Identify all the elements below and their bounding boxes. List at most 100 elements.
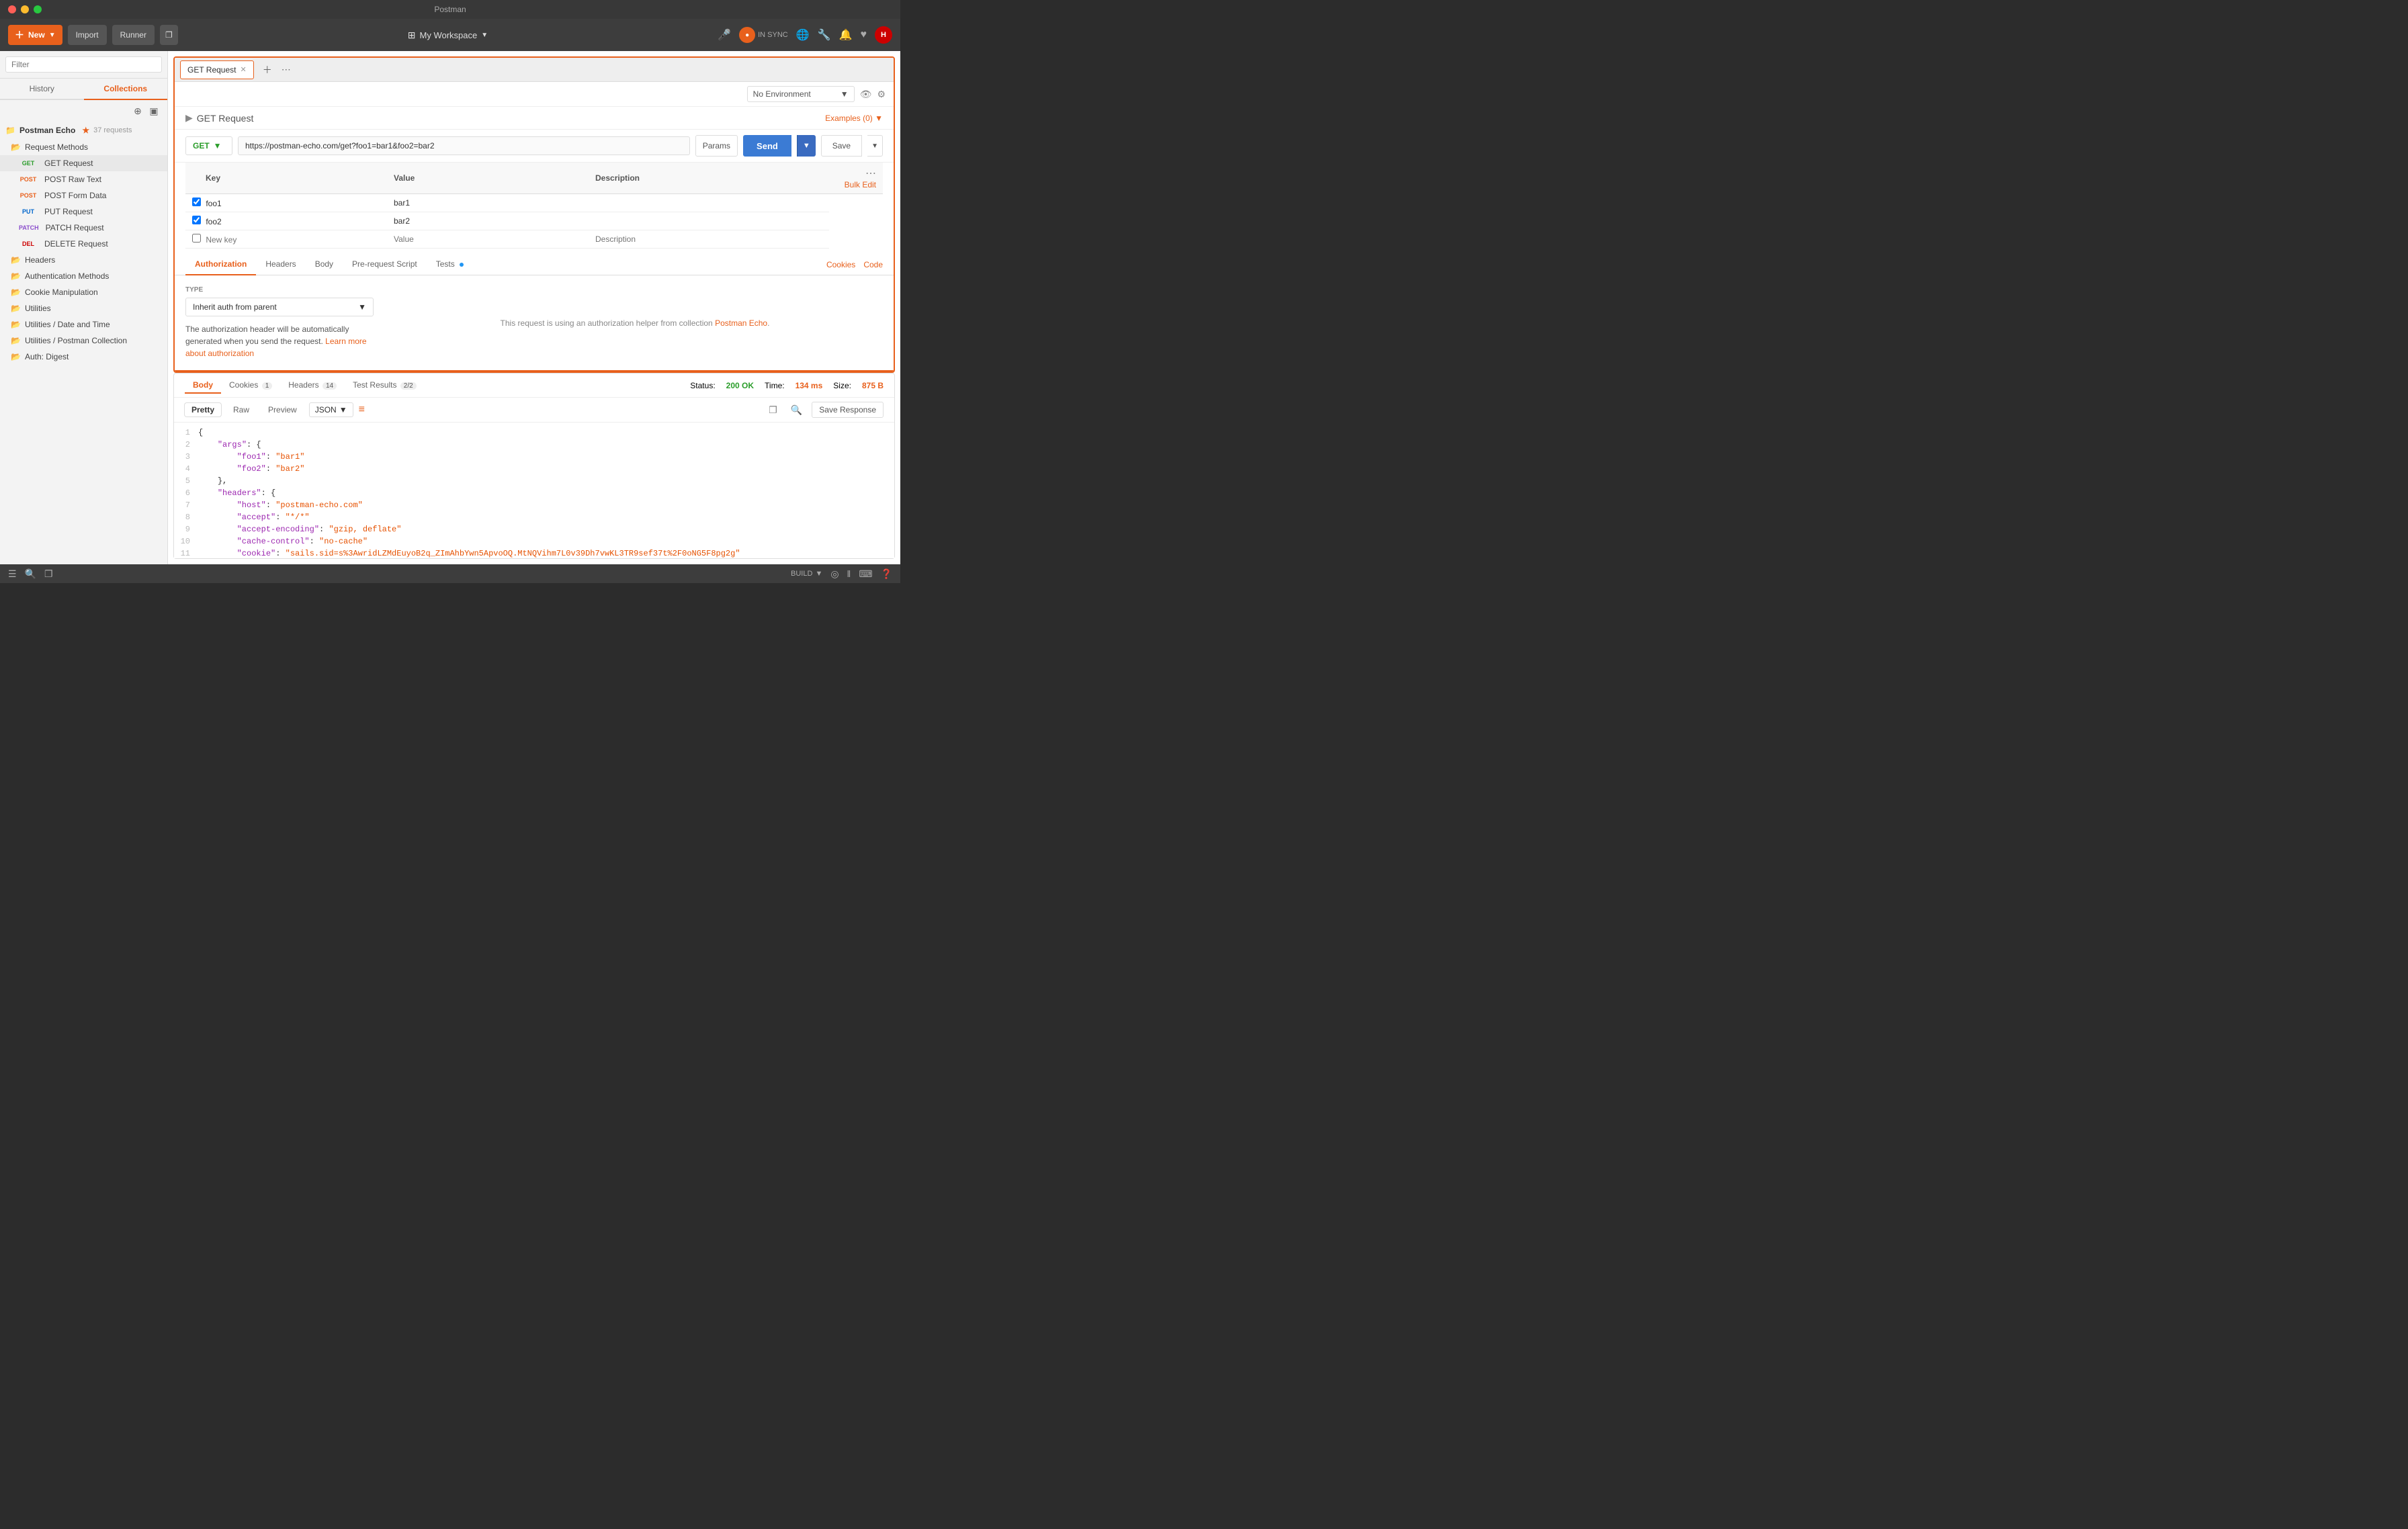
sidebar-item-utilities[interactable]: 📂 Utilities (0, 300, 167, 316)
import-button[interactable]: Import (68, 25, 107, 45)
folder-view-button[interactable]: ▣ (146, 103, 162, 119)
send-dropdown-button[interactable]: ▼ (797, 135, 816, 157)
filter-input[interactable] (5, 56, 162, 73)
sidebar-item-post-form-data[interactable]: POST POST Form Data (0, 187, 167, 204)
subtab-prerequest[interactable]: Pre-request Script (343, 254, 427, 275)
collection-postman-echo[interactable]: 📁 Postman Echo ★ 37 requests (0, 122, 167, 139)
new-value-input[interactable] (394, 234, 582, 244)
resp-tab-test-results[interactable]: Test Results 2/2 (345, 378, 425, 394)
copy-button[interactable]: ❐ (765, 402, 781, 418)
param-value-2[interactable]: bar2 (387, 212, 589, 230)
minimize-button[interactable] (21, 5, 29, 13)
settings-icon[interactable]: ⚙ (877, 89, 886, 100)
sidebar-item-auth-methods[interactable]: 📂 Authentication Methods (0, 268, 167, 284)
method-selector[interactable]: GET ▼ (185, 136, 232, 155)
param-enabled-1[interactable] (192, 198, 201, 206)
microphone-icon[interactable]: 🎤 (718, 28, 731, 42)
sidebar-item-headers[interactable]: 📂 Headers (0, 252, 167, 268)
more-tabs-button[interactable]: ⋯ (278, 62, 294, 78)
subtab-headers[interactable]: Headers (256, 254, 305, 275)
url-input[interactable] (238, 136, 690, 155)
wrap-icon[interactable]: ≡ (359, 404, 365, 416)
sidebar-item-utilities-date[interactable]: 📂 Utilities / Date and Time (0, 316, 167, 333)
code-link[interactable]: Code (863, 260, 883, 269)
console-icon[interactable]: ❐ (44, 568, 53, 580)
request-tabs-bar: GET Request ✕ ＋ ⋯ (175, 58, 894, 82)
param-enabled-2[interactable] (192, 216, 201, 224)
sidebar-item-get-request[interactable]: GET GET Request (0, 155, 167, 171)
tab-collections[interactable]: Collections (84, 79, 168, 100)
view-tab-raw[interactable]: Raw (226, 403, 256, 417)
chevron-down-icon: ▼ (358, 302, 366, 312)
sidebar-item-auth-digest[interactable]: 📂 Auth: Digest (0, 349, 167, 365)
sidebar-item-put-request[interactable]: PUT PUT Request (0, 204, 167, 220)
view-tab-preview[interactable]: Preview (261, 403, 304, 417)
more-params-button[interactable]: ⋯ (865, 167, 876, 180)
sidebar-item-patch-request[interactable]: PATCH PATCH Request (0, 220, 167, 236)
build-badge[interactable]: BUILD ▼ (791, 570, 822, 578)
param-desc-2 (589, 212, 829, 230)
add-tab-button[interactable]: ＋ (259, 62, 275, 78)
runner-button[interactable]: Runner (112, 25, 155, 45)
keyboard-icon[interactable]: ⌨ (859, 568, 872, 580)
columns-icon[interactable]: ‖ (847, 568, 851, 579)
view-tab-pretty[interactable]: Pretty (185, 403, 221, 417)
send-button[interactable]: Send (743, 135, 791, 157)
tab-history[interactable]: History (0, 79, 84, 99)
folder-icon: 📂 (11, 304, 21, 313)
subtab-authorization[interactable]: Authorization (185, 254, 256, 275)
param-value-1[interactable]: bar1 (387, 194, 589, 212)
collection-link[interactable]: Postman Echo (715, 318, 767, 328)
sync-status: ● IN SYNC (739, 27, 788, 43)
sidebar-item-delete-request[interactable]: DEL DELETE Request (0, 236, 167, 252)
heart-icon[interactable]: ♥ (861, 29, 867, 41)
location-icon[interactable]: ◎ (830, 568, 838, 580)
sidebar-item-post-raw-text[interactable]: POST POST Raw Text (0, 171, 167, 187)
subtab-body[interactable]: Body (306, 254, 343, 275)
new-desc-input[interactable] (595, 234, 822, 244)
new-button[interactable]: ＋ New ▼ (8, 25, 62, 45)
window-controls[interactable] (8, 5, 42, 13)
resp-tab-headers[interactable]: Headers 14 (280, 378, 345, 394)
response-status: Status: 200 OK Time: 134 ms Size: 875 B (690, 381, 884, 390)
resp-tab-cookies[interactable]: Cookies 1 (221, 378, 280, 394)
globe-icon[interactable]: 🌐 (796, 28, 810, 42)
param-enabled-new[interactable] (192, 234, 201, 243)
subtab-tests[interactable]: Tests (427, 254, 473, 275)
sidebar-toggle-icon[interactable]: ☰ (8, 568, 17, 580)
eye-icon[interactable]: 👁 (860, 89, 872, 100)
close-button[interactable] (8, 5, 16, 13)
subtab-tests-label: Tests (436, 259, 455, 269)
sidebar-item-cookie-manipulation[interactable]: 📂 Cookie Manipulation (0, 284, 167, 300)
search-button[interactable]: 🔍 (787, 402, 806, 418)
resp-tab-body[interactable]: Body (185, 378, 221, 394)
save-response-button[interactable]: Save Response (812, 402, 884, 418)
format-selector[interactable]: JSON ▼ (309, 402, 353, 417)
response-code-view: 1{2 "args": {3 "foo1": "bar1"4 "foo2": "… (174, 423, 894, 558)
environment-selector[interactable]: No Environment ▼ (747, 86, 855, 102)
code-line: 2 "args": { (174, 440, 894, 452)
add-collection-button[interactable]: ⊕ (130, 103, 146, 119)
save-dropdown-button[interactable]: ▼ (867, 135, 883, 157)
workspace-switcher[interactable]: ⊞ My Workspace ▼ (408, 30, 488, 41)
save-button[interactable]: Save (821, 135, 862, 157)
bell-icon[interactable]: 🔔 (839, 28, 853, 42)
request-tab-get[interactable]: GET Request ✕ (180, 60, 254, 79)
examples-link[interactable]: Examples (0) ▼ (825, 114, 883, 123)
bulk-edit-button[interactable]: Bulk Edit (845, 180, 876, 189)
auth-section: TYPE Inherit auth from parent ▼ The auth… (175, 275, 894, 372)
close-tab-icon[interactable]: ✕ (240, 65, 246, 74)
cookies-link[interactable]: Cookies (826, 260, 855, 269)
sidebar-item-request-methods[interactable]: 📂 Request Methods (0, 139, 167, 155)
search-icon[interactable]: 🔍 (25, 568, 36, 580)
sidebar-item-utilities-postman[interactable]: 📂 Utilities / Postman Collection (0, 333, 167, 349)
auth-type-selector[interactable]: Inherit auth from parent ▼ (185, 298, 374, 316)
wrench-icon[interactable]: 🔧 (818, 28, 831, 42)
avatar[interactable]: H (875, 26, 892, 44)
monitor-button[interactable]: ❐ (160, 25, 178, 45)
maximize-button[interactable] (34, 5, 42, 13)
help-icon[interactable]: ❓ (881, 568, 892, 580)
new-key-input[interactable] (206, 235, 306, 245)
item-label: PUT Request (44, 207, 93, 216)
params-button[interactable]: Params (695, 135, 738, 157)
